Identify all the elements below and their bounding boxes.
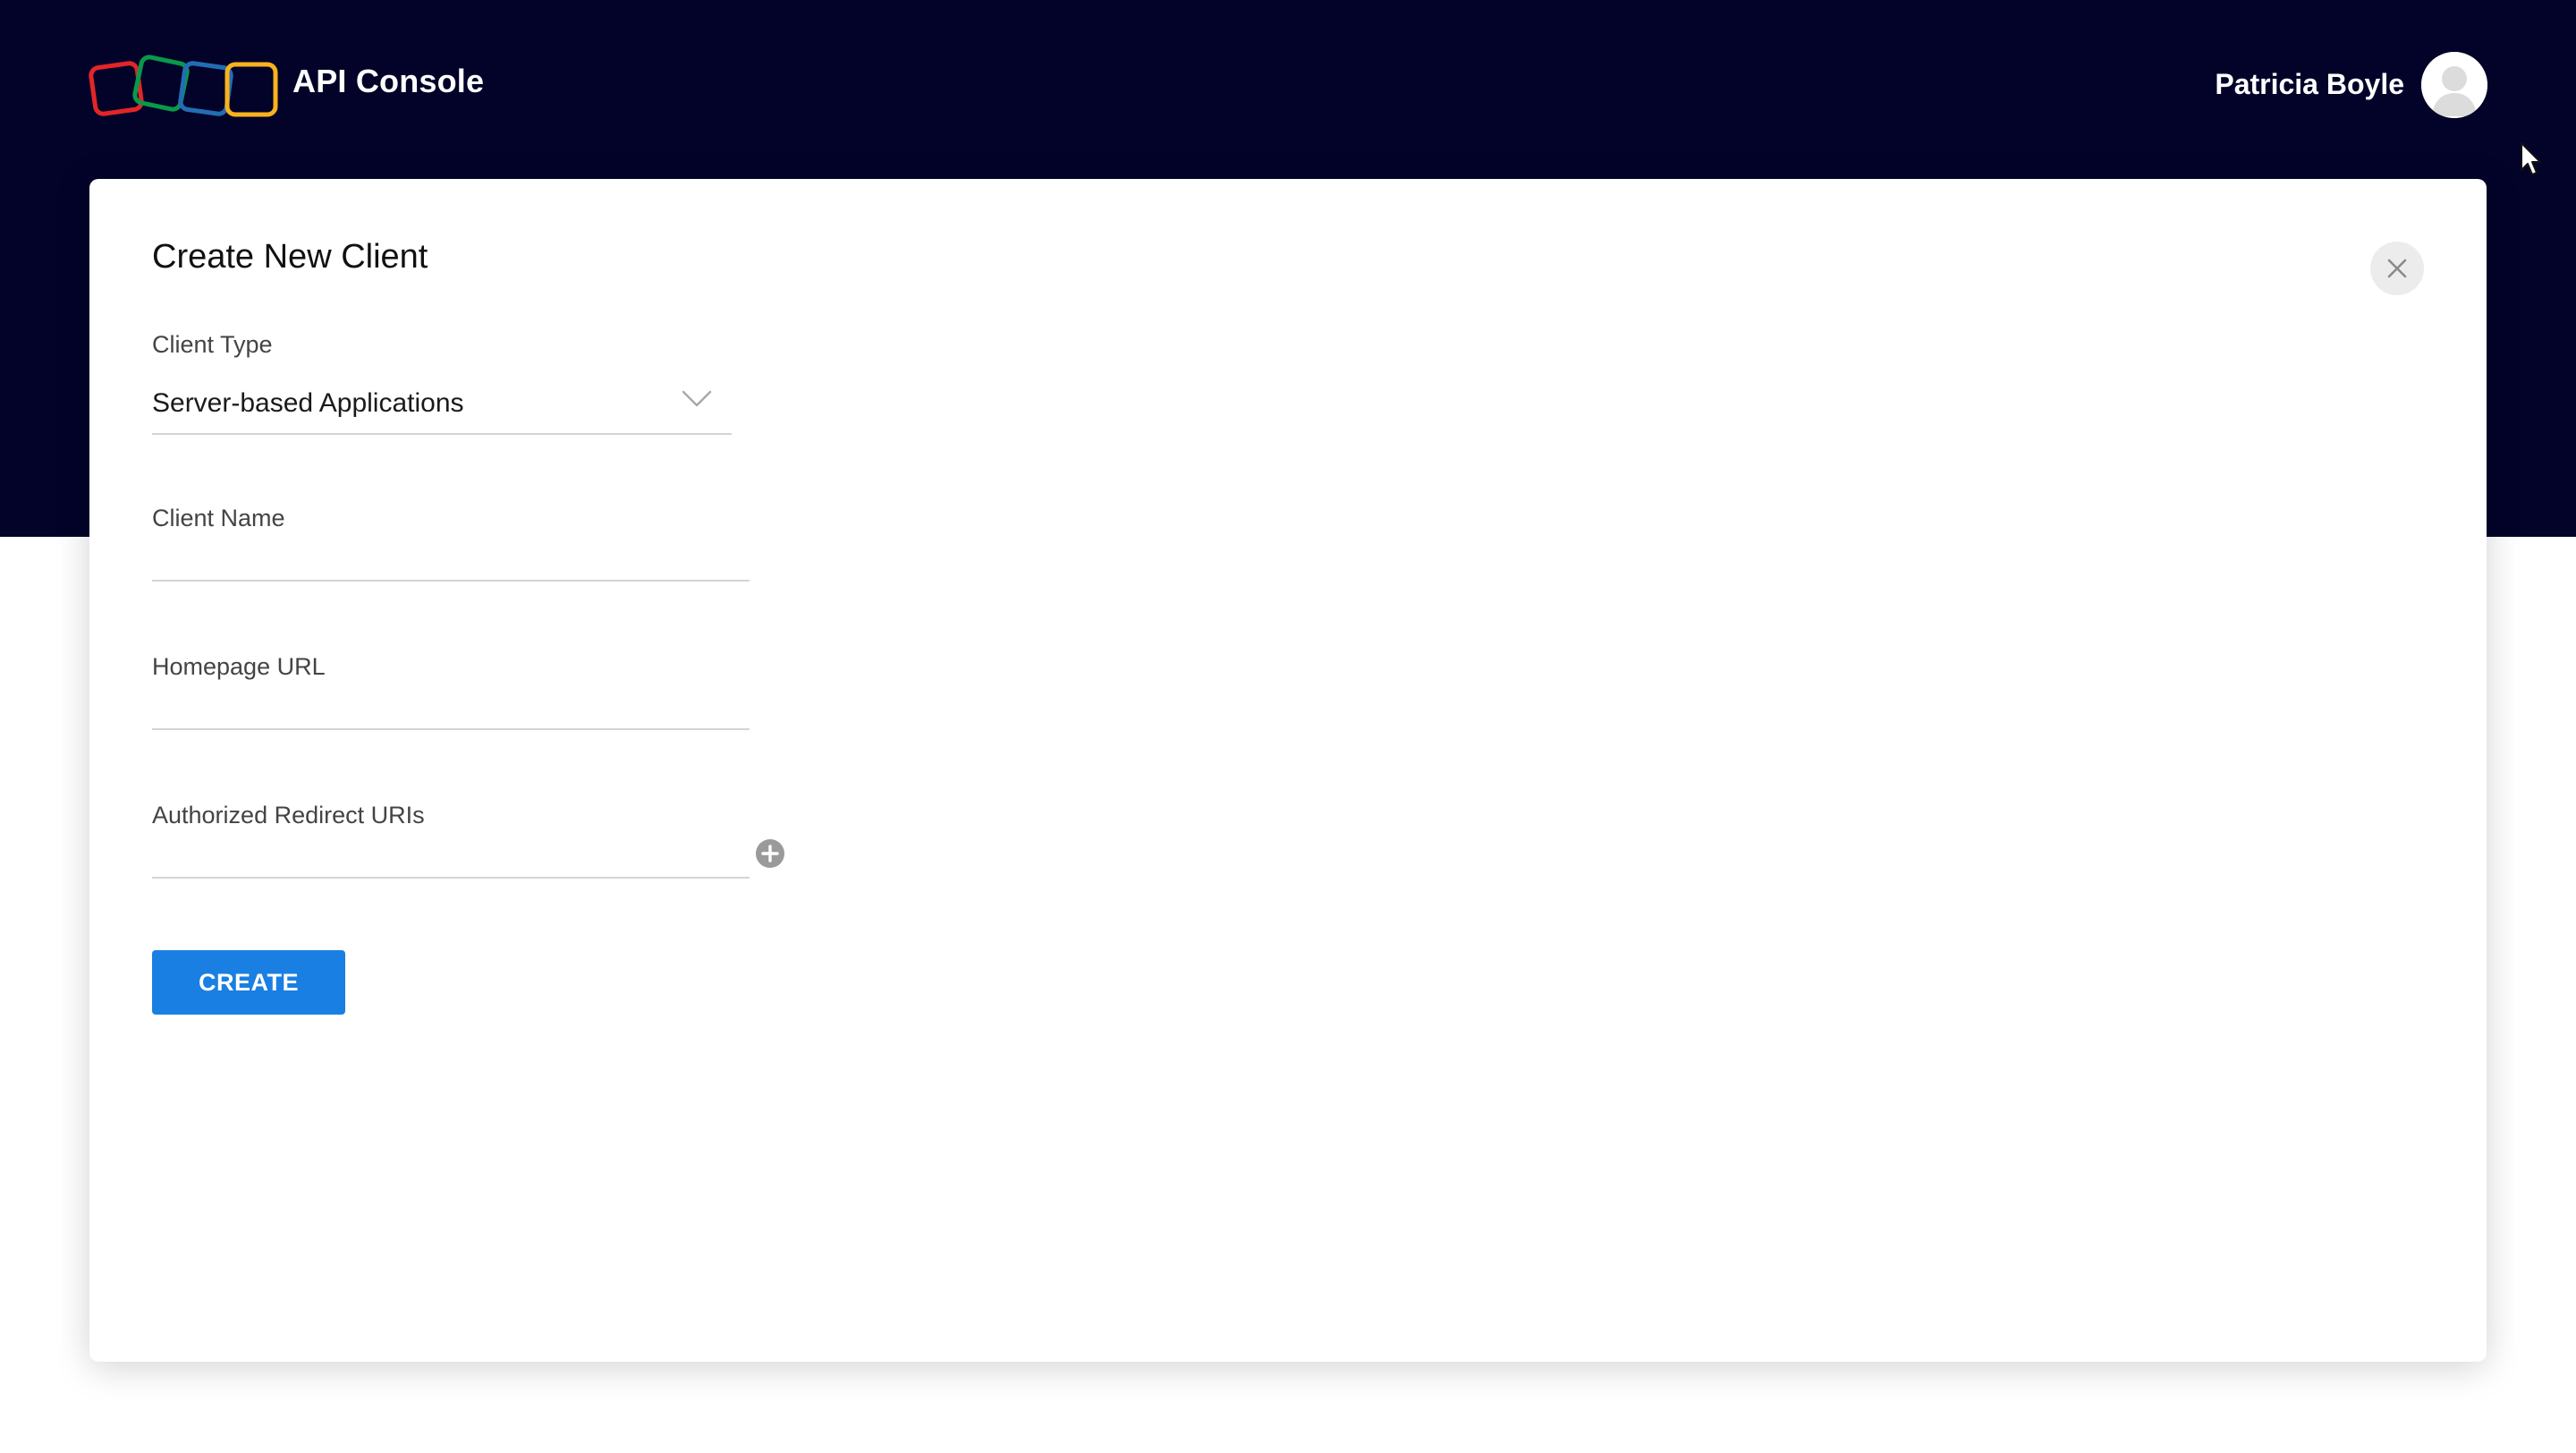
user-name[interactable]: Patricia Boyle <box>2215 68 2404 101</box>
app-title: API Console <box>292 63 485 99</box>
create-client-dialog: Create New Client Client Type Server-bas… <box>89 179 2487 1362</box>
homepage-url-input[interactable] <box>152 689 750 730</box>
plus-circle-icon <box>756 839 784 868</box>
close-button[interactable] <box>2370 242 2424 295</box>
create-button[interactable]: CREATE <box>152 950 345 1015</box>
zoho-logo-icon[interactable] <box>88 52 280 120</box>
close-icon <box>2387 259 2407 278</box>
client-type-select[interactable]: Server-based Applications <box>152 381 732 435</box>
mouse-cursor-icon <box>2519 141 2544 177</box>
chevron-down-icon <box>682 390 712 407</box>
user-avatar-icon[interactable] <box>2421 52 2487 118</box>
client-name-input[interactable] <box>152 540 750 582</box>
redirect-uri-input[interactable] <box>152 837 750 879</box>
redirect-uris-label: Authorized Redirect URIs <box>152 802 425 828</box>
client-name-label: Client Name <box>152 505 285 531</box>
top-header: API Console Patricia Boyle <box>0 0 2576 170</box>
homepage-url-label: Homepage URL <box>152 653 326 680</box>
add-redirect-uri-button[interactable] <box>755 838 785 869</box>
dialog-title: Create New Client <box>152 238 428 276</box>
client-type-value: Server-based Applications <box>152 388 464 418</box>
client-type-label: Client Type <box>152 331 273 358</box>
